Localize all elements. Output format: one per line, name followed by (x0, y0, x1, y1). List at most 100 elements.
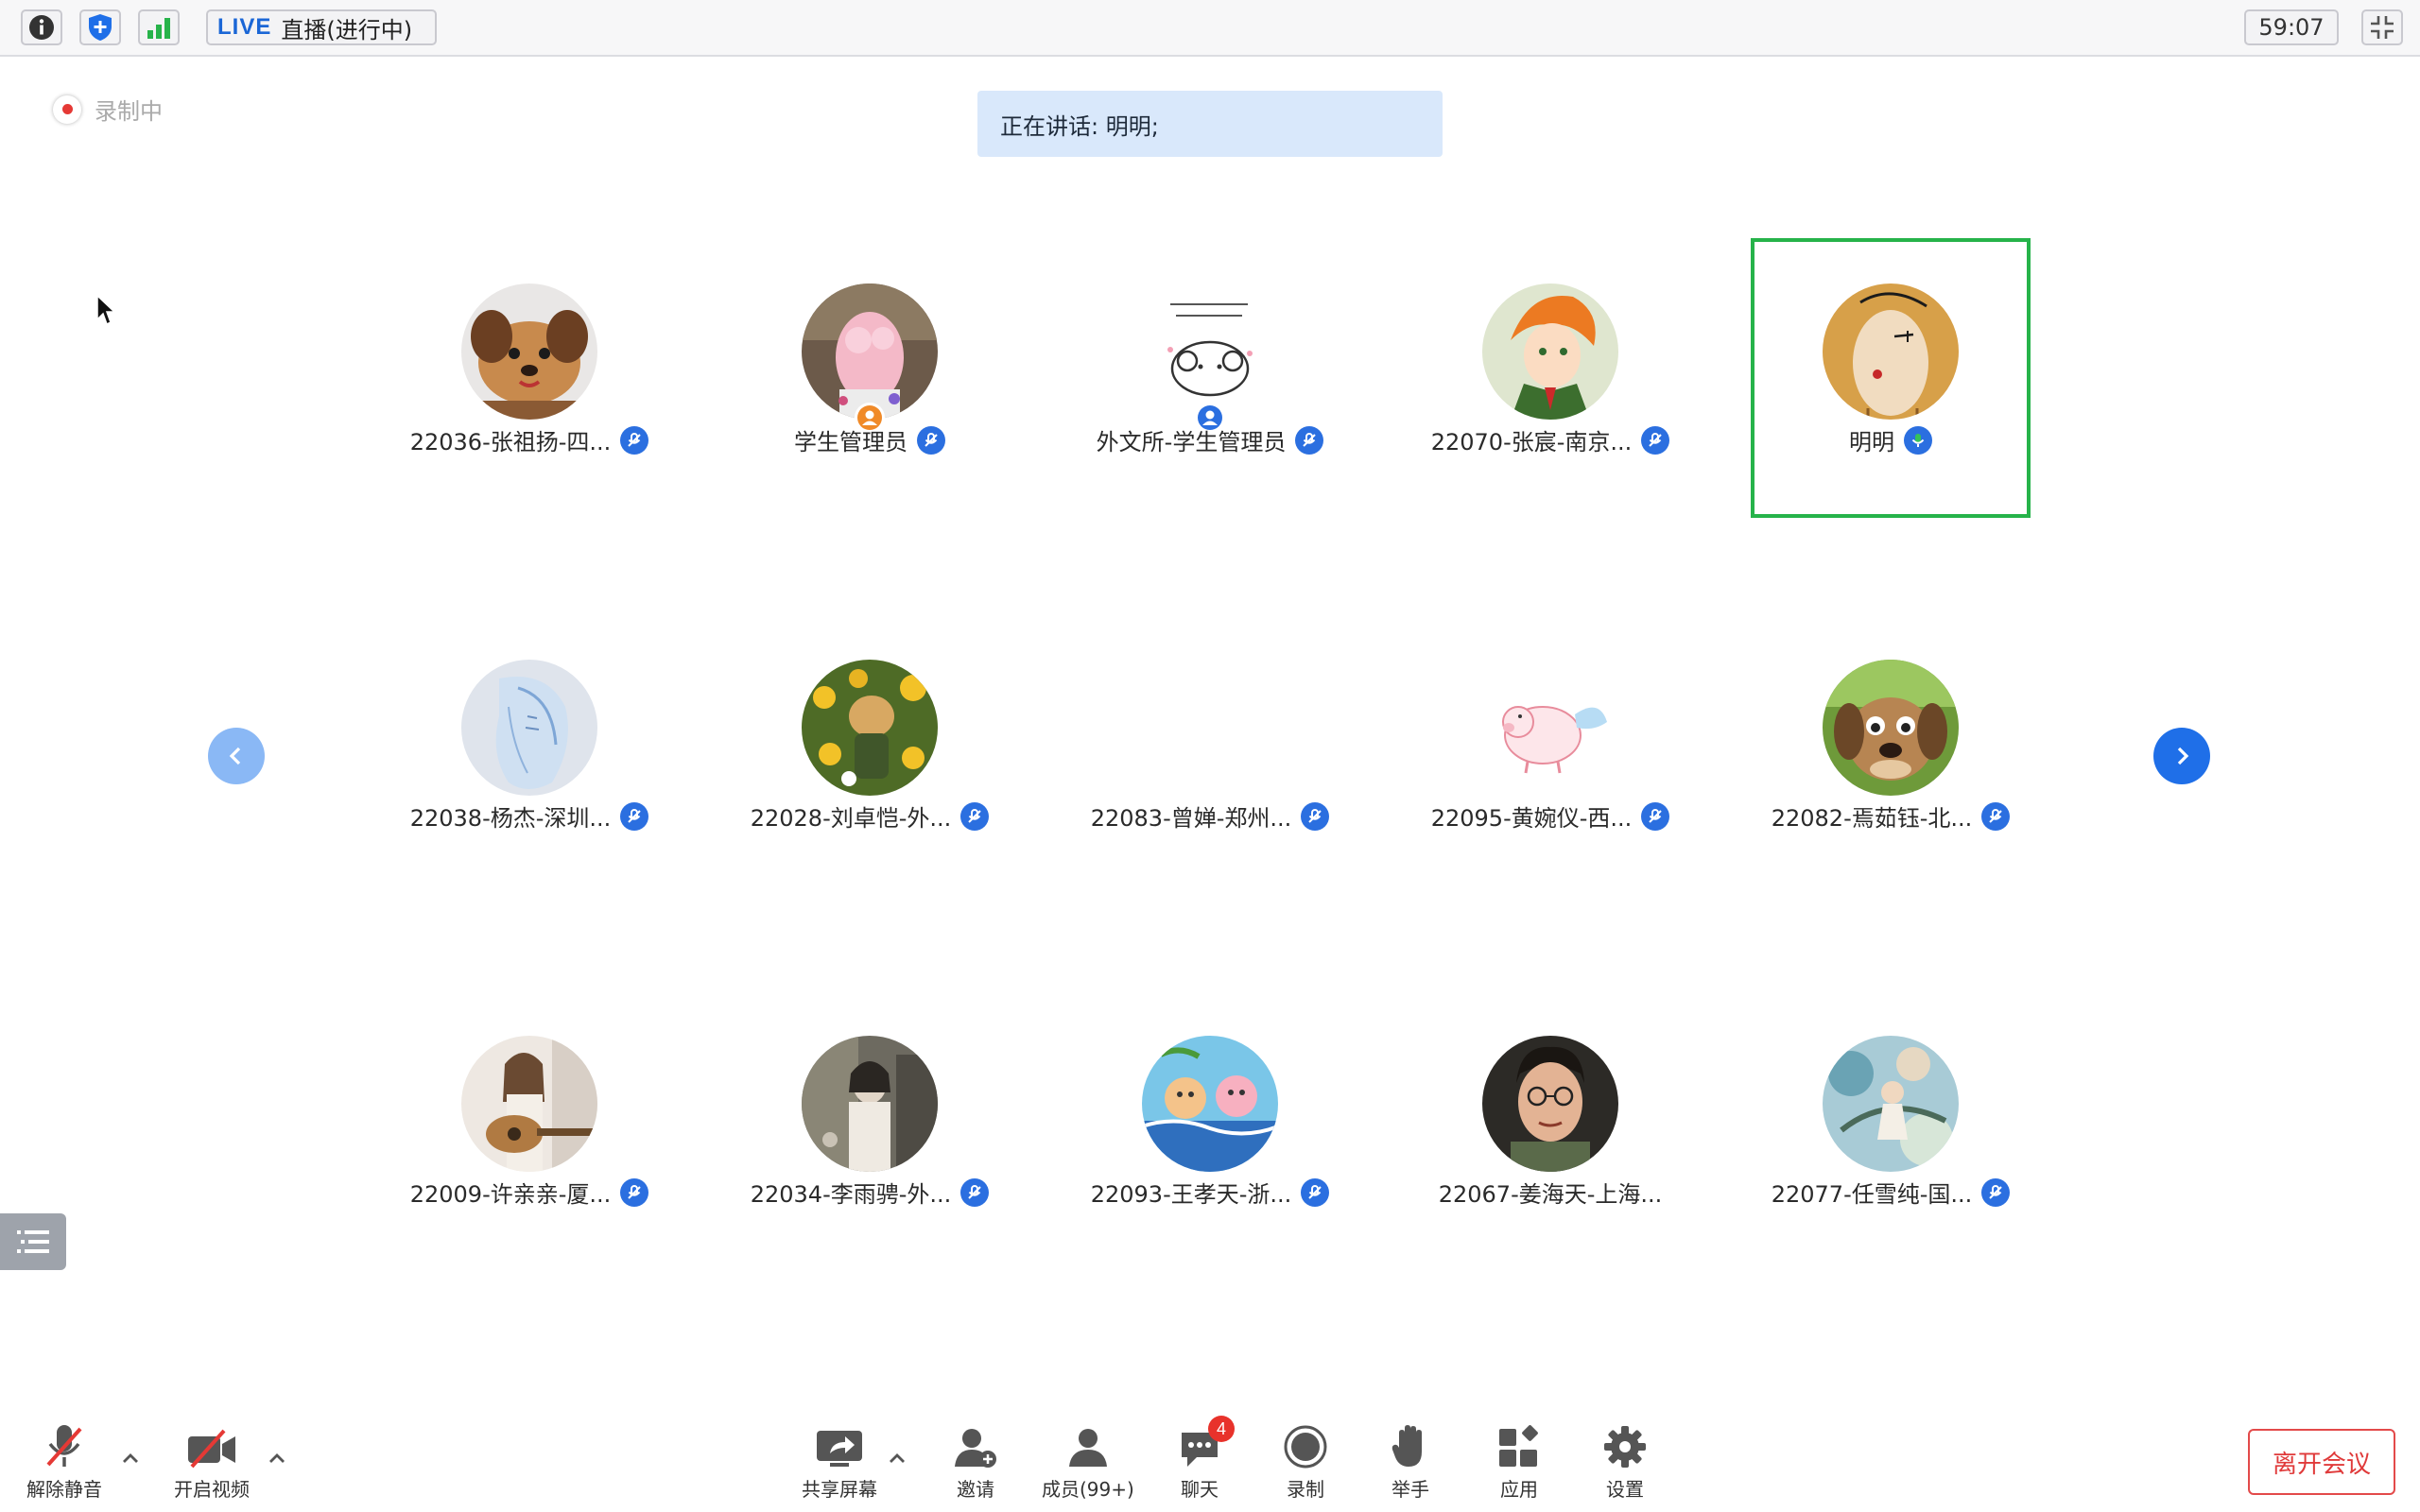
avatar (461, 1036, 597, 1172)
avatar (461, 284, 597, 420)
avatar (802, 284, 938, 420)
avatar (1482, 660, 1618, 796)
info-icon (29, 15, 54, 40)
chevron-up-icon (890, 1453, 905, 1463)
network-status-button[interactable] (138, 9, 180, 45)
participant-tile[interactable]: 22028-刘卓恺-外... (730, 614, 1010, 894)
members-button[interactable]: 成员(99+) (1042, 1421, 1134, 1502)
record-dot-icon (53, 94, 81, 124)
apps-button[interactable]: 应用 (1497, 1421, 1541, 1502)
participant-name: 22095-黄婉仪-西... (1430, 805, 1633, 832)
mic-muted-icon (960, 801, 990, 831)
settings-button[interactable]: 设置 (1603, 1421, 1647, 1502)
raise-hand-button[interactable]: 举手 (1392, 1421, 1429, 1502)
mic-muted-icon (620, 425, 649, 455)
mic-muted-icon (1295, 425, 1324, 455)
participant-name: 22093-王孝天-浙... (1090, 1181, 1292, 1208)
next-page-button[interactable] (2153, 728, 2210, 784)
mic-muted-icon (1641, 425, 1670, 455)
avatar (461, 660, 597, 796)
avatar (1823, 1036, 1959, 1172)
video-options-caret[interactable] (265, 1446, 289, 1470)
avatar (1142, 1036, 1278, 1172)
invite-button[interactable]: 邀请 (953, 1421, 998, 1502)
participant-tile[interactable]: 22082-焉茹钰-北... (1751, 614, 2031, 894)
participant-tile[interactable]: 22036-张祖扬-四... (389, 238, 669, 518)
side-panel-toggle-button[interactable] (0, 1213, 66, 1270)
participant-name: 22009-许亲亲-厦... (409, 1181, 612, 1208)
video-off-icon (188, 1429, 235, 1469)
exit-fullscreen-button[interactable] (2361, 9, 2403, 45)
live-label: LIVE (217, 14, 272, 40)
participant-tile[interactable]: 22077-任雪纯-国... (1751, 990, 2031, 1270)
avatar (1142, 284, 1278, 420)
avatar (1482, 284, 1618, 420)
mic-off-icon (46, 1425, 82, 1467)
mic-muted-icon (620, 801, 649, 831)
participant-tile[interactable]: 22034-李雨骋-外... (730, 990, 1010, 1270)
record-icon (1284, 1425, 1327, 1469)
mic-muted-icon (620, 1177, 649, 1207)
signal-bars-icon (147, 18, 170, 39)
avatar (802, 660, 938, 796)
audio-options-caret[interactable] (118, 1446, 143, 1470)
mic-muted-icon (1641, 801, 1670, 831)
participant-name: 22070-张宸-南京... (1430, 429, 1633, 455)
previous-page-button[interactable] (208, 728, 265, 784)
chat-label: 聊天 (1181, 1478, 1219, 1501)
share-options-caret[interactable] (885, 1446, 909, 1470)
mic-muted-icon (1301, 801, 1330, 831)
unmute-label: 解除静音 (26, 1478, 102, 1501)
participant-name: 22067-姜海天-上海... (1438, 1181, 1663, 1208)
mic-muted-icon (1981, 1177, 2011, 1207)
list-icon (17, 1230, 49, 1253)
start-video-button[interactable]: 开启视频 (174, 1421, 250, 1502)
participant-tile[interactable]: 22009-许亲亲-厦... (389, 990, 669, 1270)
participant-name: 22036-张祖扬-四... (409, 429, 612, 455)
settings-label: 设置 (1606, 1478, 1644, 1501)
participant-name: 22038-杨杰-深圳... (409, 805, 612, 832)
raise-hand-icon (1392, 1425, 1422, 1467)
live-stream-button[interactable]: LIVE 直播(进行中) (206, 9, 437, 45)
participant-name: 学生管理员 (794, 429, 908, 455)
participant-tile[interactable]: 学生管理员 (730, 238, 1010, 518)
participant-tile[interactable]: 22093-王孝天-浙... (1070, 990, 1350, 1270)
record-label: 录制 (1287, 1478, 1324, 1501)
chevron-up-icon (123, 1453, 138, 1463)
participant-tile[interactable]: 22070-张宸-南京... (1410, 238, 1690, 518)
chevron-left-icon (229, 747, 241, 765)
share-screen-icon (817, 1431, 862, 1467)
chevron-up-icon (269, 1453, 285, 1463)
unmute-button[interactable]: 解除静音 (26, 1421, 102, 1502)
participant-name: 22082-焉茹钰-北... (1771, 805, 1973, 832)
meeting-timer: 59:07 (2244, 9, 2339, 45)
participant-tile-active-speaker[interactable]: 明明 (1751, 238, 2031, 518)
speaking-banner: 正在讲话: 明明; (977, 91, 1443, 157)
apps-grid-icon (1499, 1425, 1538, 1467)
share-screen-label: 共享屏幕 (802, 1478, 877, 1501)
avatar (1823, 284, 1959, 420)
chat-button[interactable]: 4 聊天 (1178, 1416, 1235, 1502)
exit-fullscreen-icon (2371, 16, 2394, 39)
avatar (1482, 1036, 1618, 1172)
live-status: 直播(进行中) (281, 16, 413, 43)
participant-tile[interactable]: 22067-姜海天-上海... (1410, 990, 1690, 1270)
info-button[interactable] (21, 9, 62, 45)
participant-tile[interactable]: 22083-曾婵-郑州... (1070, 614, 1350, 894)
mic-muted-icon (917, 425, 945, 455)
participant-name: 外文所-学生管理员 (1096, 429, 1287, 455)
chevron-right-icon (2177, 747, 2189, 765)
avatar (1823, 660, 1959, 796)
add-person-icon (955, 1429, 996, 1468)
security-button[interactable] (79, 9, 121, 45)
leave-meeting-button[interactable]: 离开会议 (2248, 1429, 2395, 1495)
participant-name: 明明 (1849, 429, 1894, 455)
participant-tile[interactable]: 22095-黄婉仪-西... (1410, 614, 1690, 894)
recording-label: 录制中 (95, 98, 163, 125)
share-screen-button[interactable]: 共享屏幕 (802, 1421, 877, 1502)
participant-tile[interactable]: 22038-杨杰-深圳... (389, 614, 669, 894)
gear-icon (1604, 1426, 1646, 1468)
record-button[interactable]: 录制 (1284, 1421, 1327, 1502)
mic-muted-icon (960, 1177, 990, 1207)
participant-tile[interactable]: 外文所-学生管理员 (1070, 238, 1350, 518)
